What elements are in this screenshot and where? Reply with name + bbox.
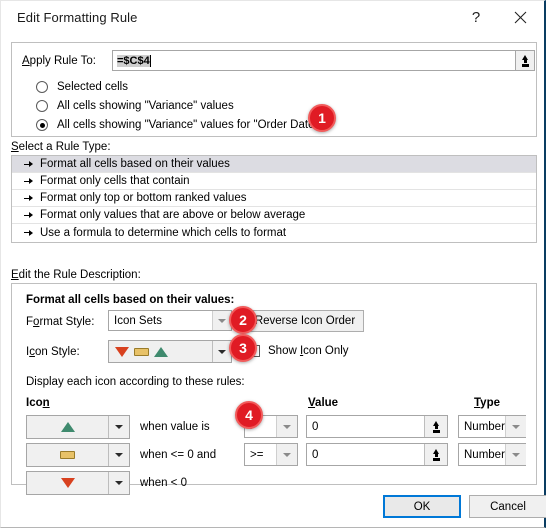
- type-select-row-1[interactable]: Number: [458, 415, 526, 438]
- text-caret: [149, 54, 151, 67]
- cancel-button[interactable]: Cancel: [469, 495, 546, 518]
- rule-type-label: Format all cells based on their values: [40, 158, 230, 170]
- radio-all-variance-values-order-date[interactable]: All cells showing "Variance" values for …: [36, 119, 319, 131]
- rule-type-item[interactable]: Format all cells based on their values: [12, 156, 536, 173]
- arrow-bullet-icon: [24, 160, 35, 169]
- rule-type-item[interactable]: Use a formula to determine which cells t…: [12, 224, 536, 241]
- type-select-row-2[interactable]: Number: [458, 443, 526, 466]
- green-up-triangle-icon: [27, 422, 108, 432]
- chevron-down-icon: [108, 444, 129, 466]
- rule-description-heading: Format all cells based on their values:: [26, 294, 235, 306]
- rule-type-label: Use a formula to determine which cells t…: [40, 226, 287, 239]
- rule-type-item[interactable]: Format only cells that contain: [12, 173, 536, 190]
- radio-icon: [36, 81, 48, 93]
- edit-rule-description-label: Edit the Rule Description:: [11, 269, 141, 281]
- arrow-bullet-icon: [24, 194, 35, 203]
- condition-label-row-3: when < 0: [140, 477, 187, 489]
- ok-button[interactable]: OK: [383, 495, 461, 518]
- display-rules-label: Display each icon according to these rul…: [26, 376, 245, 388]
- radio-icon: [36, 119, 48, 131]
- radio-label: Selected cells: [57, 81, 128, 93]
- callout-badge-1: 1: [308, 104, 336, 132]
- chevron-down-icon: [108, 472, 129, 494]
- green-up-triangle-icon: [154, 346, 168, 357]
- rule-type-label: Format only cells that contain: [40, 175, 190, 187]
- callout-badge-3: 3: [229, 334, 257, 362]
- rule-description-group: Format all cells based on their values: …: [11, 283, 537, 495]
- rule-type-list[interactable]: Format all cells based on their values F…: [11, 155, 537, 243]
- arrow-bullet-icon: [24, 211, 35, 220]
- yellow-bar-icon: [27, 451, 108, 459]
- reverse-icon-order-label: Reverse Icon Order: [254, 315, 356, 327]
- operator-value-row-2: >=: [250, 448, 264, 461]
- format-style-select[interactable]: Icon Sets: [108, 310, 232, 331]
- radio-icon: [36, 100, 48, 112]
- column-header-type: Type: [474, 397, 500, 409]
- red-down-triangle-icon: [27, 478, 108, 488]
- apply-rule-to-label: Apply Rule To:: [22, 55, 96, 67]
- value-text-row-2: 0: [312, 448, 319, 461]
- value-input-row-1[interactable]: 0: [306, 415, 448, 438]
- icon-select-row-1[interactable]: [26, 415, 130, 439]
- collapse-dialog-icon[interactable]: [424, 416, 447, 437]
- icon-select-row-2[interactable]: [26, 443, 130, 467]
- chevron-down-icon: [276, 416, 297, 437]
- type-value-row-1: Number: [464, 420, 505, 433]
- value-text-row-1: 0: [312, 420, 319, 433]
- cancel-label: Cancel: [490, 500, 526, 513]
- operator-select-row-2[interactable]: >=: [244, 443, 298, 466]
- icon-style-select[interactable]: [108, 340, 232, 363]
- rule-type-label: Format only values that are above or bel…: [40, 209, 306, 221]
- arrow-bullet-icon: [24, 177, 35, 186]
- format-style-label: Format Style:: [26, 316, 95, 328]
- title-bar: Edit Formatting Rule ?: [1, 1, 544, 34]
- chevron-down-icon: [504, 416, 526, 437]
- reverse-icon-order-button[interactable]: Reverse Icon Order: [246, 310, 364, 332]
- icon-select-row-3[interactable]: [26, 471, 130, 495]
- condition-label-row-2: when <= 0 and: [140, 449, 217, 461]
- format-style-value: Icon Sets: [114, 314, 162, 327]
- collapse-dialog-icon[interactable]: [515, 50, 535, 71]
- value-input-row-2[interactable]: 0: [306, 443, 448, 466]
- edit-formatting-rule-dialog: Edit Formatting Rule ? Apply Rule To: =$…: [0, 0, 546, 528]
- up-arrow-icon: [520, 55, 531, 66]
- radio-label: All cells showing "Variance" values: [57, 100, 234, 112]
- condition-label-row-1: when value is: [140, 421, 210, 433]
- chevron-down-icon: [212, 341, 231, 362]
- column-header-value: Value: [308, 397, 339, 409]
- icon-style-label: Icon Style:: [26, 346, 80, 358]
- chevron-down-icon: [276, 444, 297, 465]
- chevron-down-icon: [108, 416, 129, 438]
- apply-rule-to-group: Apply Rule To: =$C$4 Selected cells All …: [11, 42, 537, 137]
- arrow-bullet-icon: [24, 228, 35, 237]
- show-icon-only-checkbox[interactable]: Show Icon Only: [248, 345, 349, 357]
- help-icon[interactable]: ?: [454, 1, 498, 33]
- rule-type-item[interactable]: Format only top or bottom ranked values: [12, 190, 536, 207]
- dialog-title: Edit Formatting Rule: [17, 10, 138, 25]
- radio-label: All cells showing "Variance" values for …: [57, 119, 319, 131]
- callout-badge-2: 2: [229, 306, 257, 334]
- select-rule-type-label: Select a Rule Type:: [11, 141, 111, 153]
- radio-selected-cells[interactable]: Selected cells: [36, 81, 128, 93]
- apply-rule-to-input[interactable]: =$C$4: [112, 50, 524, 71]
- icon-style-preview: [109, 346, 212, 357]
- close-icon[interactable]: [498, 1, 542, 33]
- apply-rule-to-input-value: =$C$4: [117, 54, 150, 67]
- show-icon-only-label: Show Icon Only: [268, 345, 349, 357]
- rule-type-item[interactable]: Format only values that are above or bel…: [12, 207, 536, 224]
- type-value-row-2: Number: [464, 448, 505, 461]
- red-down-triangle-icon: [115, 346, 129, 357]
- yellow-bar-icon: [134, 347, 149, 356]
- chevron-down-icon: [504, 444, 526, 465]
- collapse-dialog-icon[interactable]: [424, 444, 447, 465]
- ok-label: OK: [413, 500, 431, 513]
- column-header-icon: Icon: [26, 397, 50, 409]
- rule-type-label: Format only top or bottom ranked values: [40, 192, 247, 204]
- radio-all-variance-values[interactable]: All cells showing "Variance" values: [36, 100, 234, 112]
- callout-badge-4: 4: [235, 401, 263, 429]
